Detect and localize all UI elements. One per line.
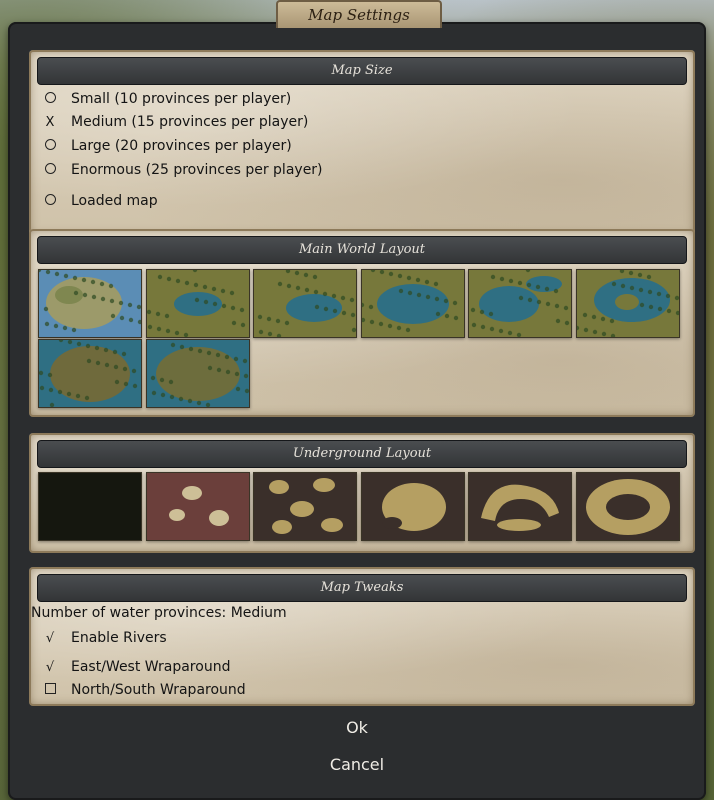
underground-layout-thumbnail[interactable] <box>575 472 680 541</box>
map-size-option-enormous[interactable]: Enormous (25 provinces per player) <box>39 160 323 180</box>
map-tweaks-panel: Map Tweaks Number of water provinces: Me… <box>29 567 695 706</box>
checkmark-icon[interactable]: √ <box>39 658 61 678</box>
map-preview-image <box>146 270 249 337</box>
map-size-option-small[interactable]: Small (10 provinces per player) <box>39 89 291 109</box>
world-layout-header: Main World Layout <box>37 236 687 264</box>
world-layout-thumbnail[interactable] <box>468 269 572 338</box>
enable-rivers-checkbox[interactable]: √ Enable Rivers <box>39 628 167 648</box>
world-layout-thumbnail[interactable] <box>360 269 465 338</box>
world-layout-thumbnail[interactable] <box>575 269 680 338</box>
water-provinces-setting[interactable]: Number of water provinces: Medium <box>31 603 287 623</box>
map-preview-image <box>469 473 571 540</box>
world-layout-thumbnail[interactable] <box>38 339 142 408</box>
checkmark-icon[interactable]: √ <box>39 629 61 649</box>
radio-icon[interactable] <box>39 161 61 181</box>
map-preview-image <box>39 270 141 337</box>
map-tweaks-header: Map Tweaks <box>37 574 687 602</box>
map-preview-image <box>576 270 679 337</box>
ok-button[interactable]: Ok <box>8 717 706 739</box>
world-layout-thumbnail[interactable] <box>38 269 142 338</box>
world-layout-thumbnail[interactable] <box>253 269 357 338</box>
selected-x-icon[interactable]: X <box>39 113 61 133</box>
underground-layout-thumbnail[interactable] <box>468 472 572 541</box>
map-preview-image <box>469 270 571 337</box>
empty-checkbox-icon[interactable] <box>39 681 61 701</box>
east-west-wraparound-checkbox[interactable]: √ East/West Wraparound <box>39 657 231 678</box>
underground-layout-thumbnail[interactable] <box>253 472 357 541</box>
map-preview-image <box>39 473 141 540</box>
dialog-title: Map Settings <box>276 0 442 28</box>
map-preview-image <box>146 340 249 407</box>
underground-layout-thumbnail[interactable] <box>38 472 142 541</box>
map-size-option-loaded[interactable]: Loaded map <box>39 191 158 211</box>
underground-layout-thumbnail[interactable] <box>145 472 250 541</box>
world-layout-thumbnail[interactable] <box>145 339 250 408</box>
map-size-panel: Map Size Small (10 provinces per player)… <box>29 50 695 236</box>
underground-layout-panel: Underground Layout <box>29 433 695 553</box>
north-south-wraparound-checkbox[interactable]: North/South Wraparound <box>39 680 246 700</box>
map-preview-image <box>576 473 679 540</box>
map-preview-image <box>254 270 356 337</box>
map-size-option-medium[interactable]: X Medium (15 provinces per player) <box>39 112 309 133</box>
radio-icon[interactable] <box>39 137 61 157</box>
map-size-option-large[interactable]: Large (20 provinces per player) <box>39 136 292 156</box>
map-preview-image <box>254 473 356 540</box>
map-preview-image <box>146 473 249 540</box>
radio-icon[interactable] <box>39 90 61 110</box>
world-layout-panel: Main World Layout <box>29 229 695 417</box>
underground-layout-header: Underground Layout <box>37 440 687 468</box>
map-preview-image <box>361 270 464 337</box>
underground-layout-thumbnail[interactable] <box>360 472 465 541</box>
map-size-header: Map Size <box>37 57 687 85</box>
cancel-button[interactable]: Cancel <box>8 754 706 776</box>
map-preview-image <box>361 473 464 540</box>
map-settings-dialog: Map Size Small (10 provinces per player)… <box>8 22 706 800</box>
map-preview-image <box>39 340 141 407</box>
world-layout-thumbnail[interactable] <box>145 269 250 338</box>
radio-icon[interactable] <box>39 192 61 212</box>
